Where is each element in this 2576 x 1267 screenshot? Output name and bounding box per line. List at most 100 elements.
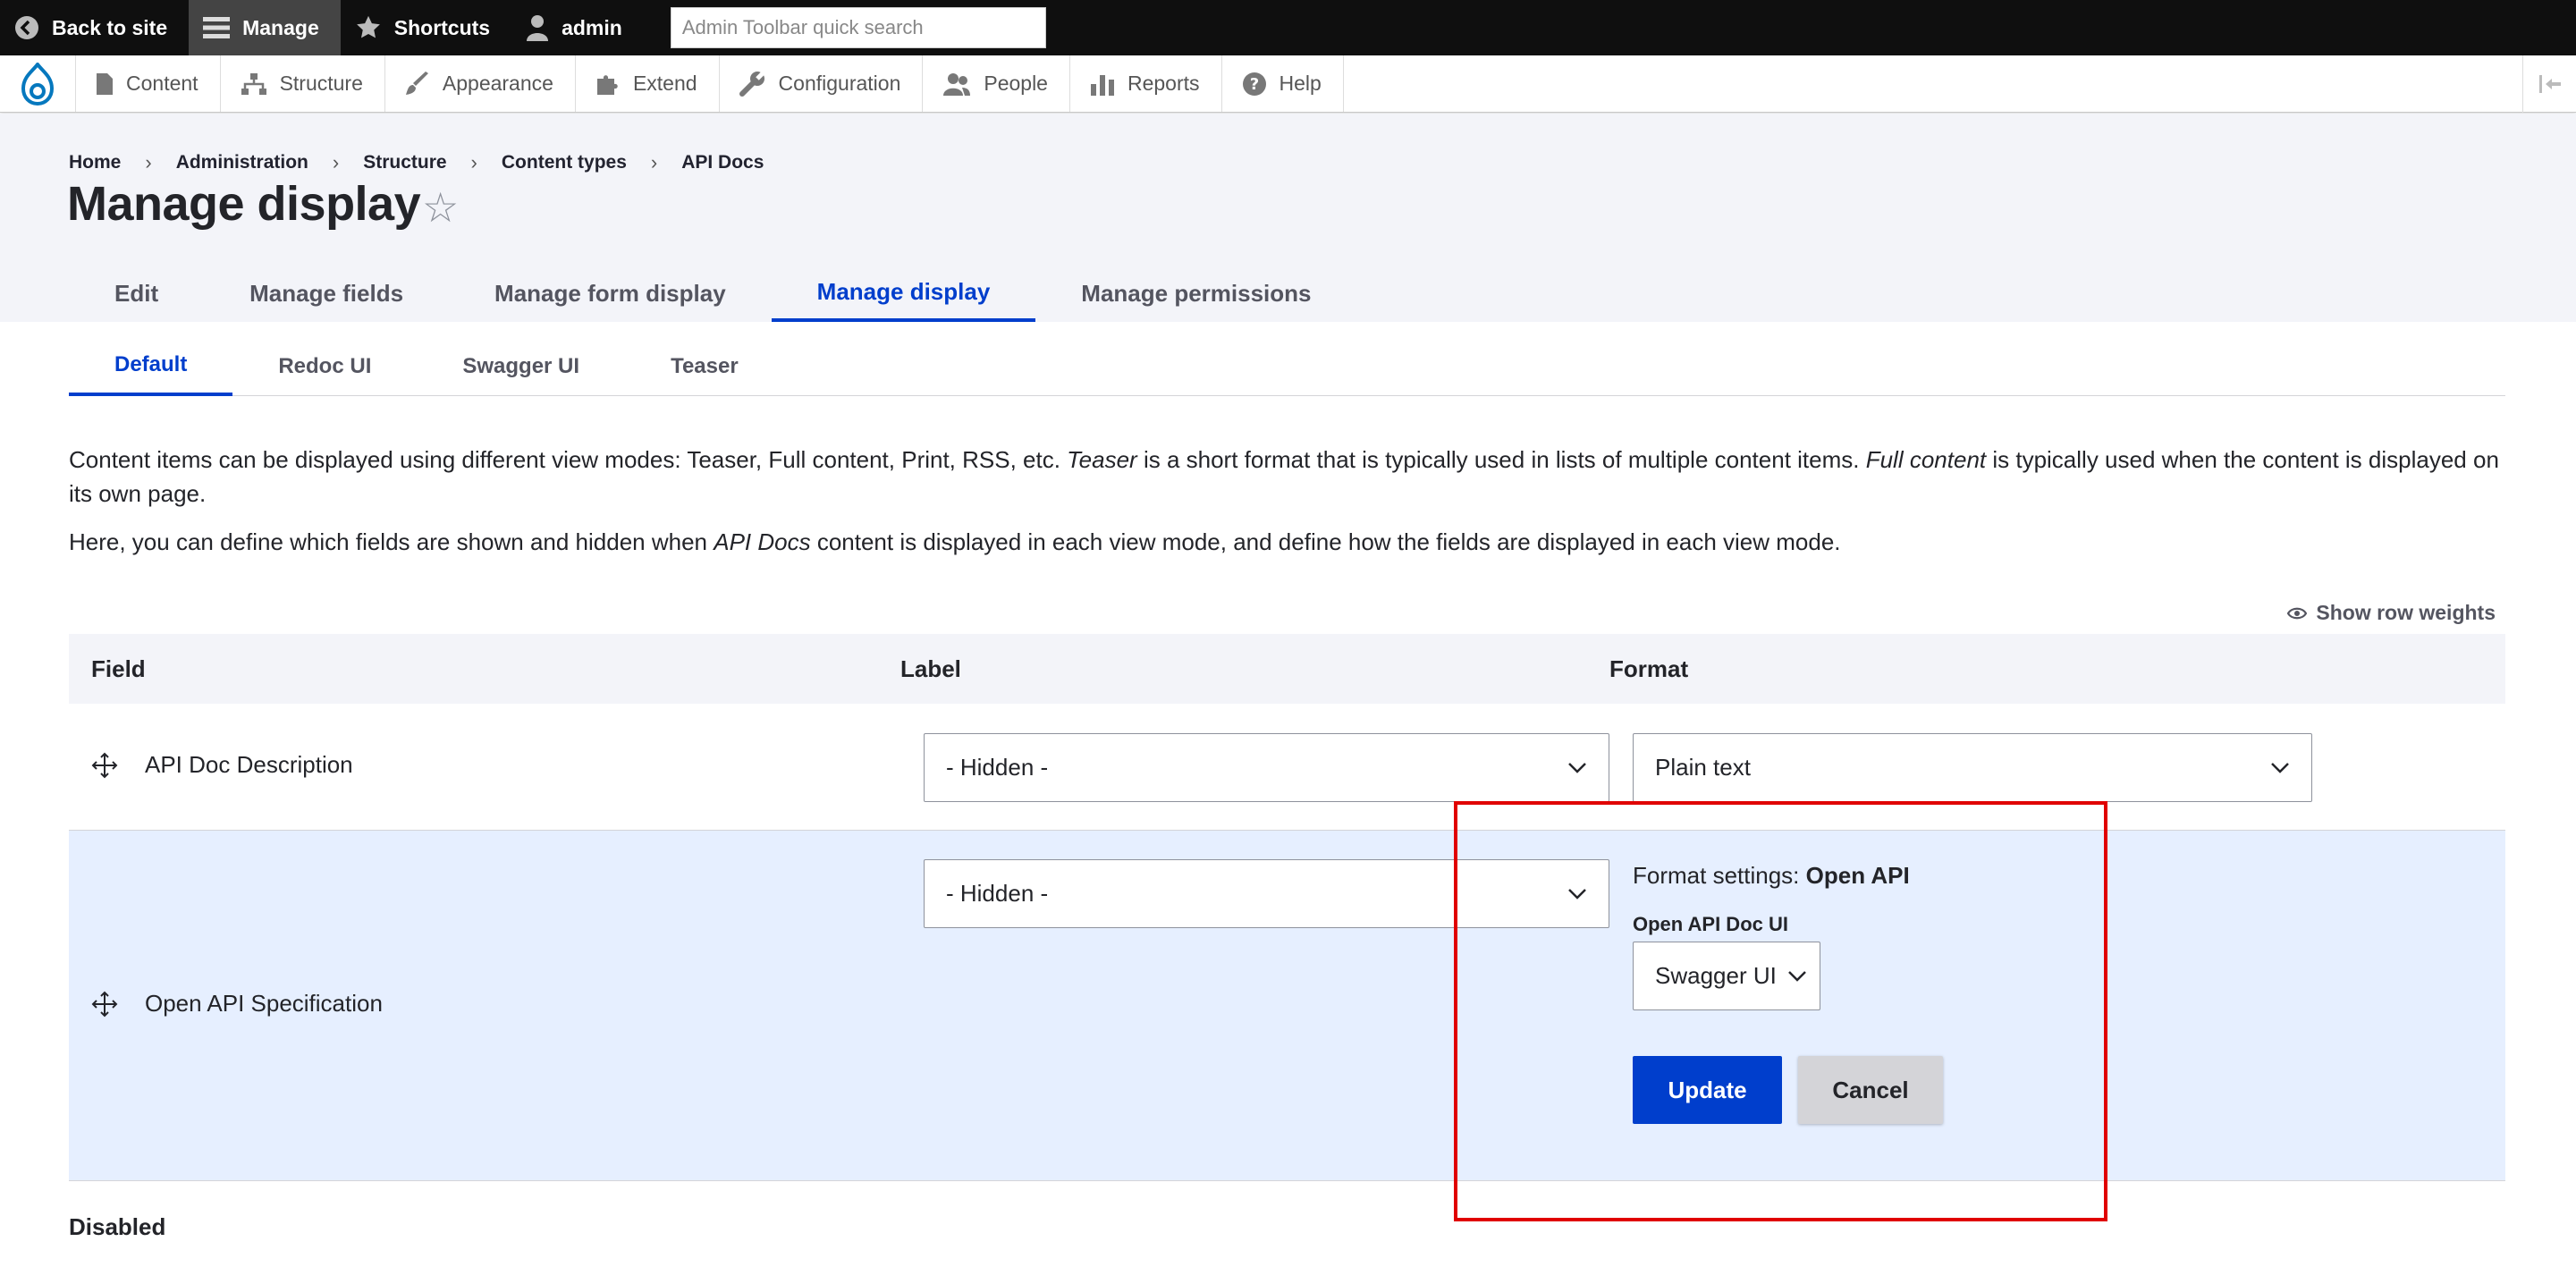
update-button[interactable]: Update: [1633, 1056, 1782, 1124]
view-mode-tabs: Default Redoc UI Swagger UI Teaser: [69, 336, 2505, 396]
fields-description: Here, you can define which fields are sh…: [69, 525, 2501, 559]
bar-chart-icon: [1090, 74, 1114, 96]
tab-manage-fields[interactable]: Manage fields: [204, 266, 449, 322]
description-text: Here, you can define which fields are sh…: [69, 528, 714, 555]
format-settings-name: Open API: [1805, 862, 1910, 889]
drupal-drop-icon: [21, 62, 55, 106]
manage-tab[interactable]: Manage: [189, 0, 341, 55]
toggle-orientation-button[interactable]: [2522, 55, 2576, 113]
label-select[interactable]: - Hidden -: [924, 733, 1609, 802]
document-icon: [97, 72, 113, 95]
cancel-button[interactable]: Cancel: [1798, 1056, 1943, 1124]
tab-default[interactable]: Default: [69, 336, 233, 396]
breadcrumb: Home › Administration › Structure › Cont…: [69, 151, 764, 174]
wrench-icon: [739, 70, 766, 97]
tab-manage-permissions[interactable]: Manage permissions: [1035, 266, 1356, 322]
puzzle-icon: [596, 74, 618, 95]
breadcrumb-separator: ›: [145, 151, 152, 173]
table-row-editing: Open API Specification - Hidden - Format…: [69, 831, 2505, 1181]
breadcrumb-separator: ›: [332, 151, 340, 173]
drupal-logo[interactable]: [0, 55, 75, 112]
eye-icon: [2287, 607, 2308, 619]
format-settings-prefix: Format settings:: [1633, 862, 1806, 889]
toolbar-search-input[interactable]: [670, 7, 1046, 48]
menu-content-label: Content: [126, 72, 198, 95]
label-select-value: - Hidden -: [946, 880, 1049, 907]
menu-people-label: People: [984, 72, 1048, 95]
page-title: Manage display: [67, 177, 421, 231]
add-to-shortcuts-star-icon[interactable]: ☆: [422, 183, 459, 232]
svg-text:?: ?: [1249, 75, 1258, 94]
format-settings-title: Format settings: Open API: [1633, 862, 1910, 890]
field-name: API Doc Description: [145, 751, 353, 778]
user-label: admin: [562, 15, 622, 39]
admin-menu-tray: Content Structure Appearance Extend Conf…: [0, 55, 2576, 113]
tab-teaser[interactable]: Teaser: [625, 336, 784, 396]
breadcrumb-home[interactable]: Home: [69, 152, 121, 173]
menu-content[interactable]: Content: [75, 55, 220, 112]
menu-reports-label: Reports: [1127, 72, 1200, 95]
chevron-down-icon: [2271, 762, 2289, 773]
table-header: Field Label Format: [69, 634, 2505, 704]
show-row-weights-link[interactable]: Show row weights: [2287, 601, 2496, 625]
description-emphasis: API Docs: [714, 528, 811, 555]
field-name: Open API Specification: [145, 990, 383, 1017]
chevron-down-icon: [1788, 970, 1806, 982]
field-cell: Open API Specification: [91, 990, 383, 1018]
shortcuts-label: Shortcuts: [393, 15, 491, 39]
help-icon: ?: [1242, 72, 1266, 96]
shortcuts-tab[interactable]: Shortcuts: [341, 0, 511, 55]
menu-configuration[interactable]: Configuration: [718, 55, 923, 112]
drag-handle-icon[interactable]: [91, 991, 118, 1018]
collapse-arrow-icon: [2538, 75, 2561, 93]
manage-label: Manage: [242, 15, 319, 39]
field-display-table: Field Label Format API Doc Description -…: [69, 634, 2505, 1181]
label-select[interactable]: - Hidden -: [924, 859, 1609, 928]
tab-manage-display[interactable]: Manage display: [771, 266, 1036, 322]
menu-reports[interactable]: Reports: [1068, 55, 1221, 112]
field-cell: API Doc Description: [91, 751, 353, 779]
paintbrush-icon: [405, 71, 428, 95]
disabled-region-title: Disabled: [69, 1213, 166, 1240]
menu-structure[interactable]: Structure: [219, 55, 384, 112]
breadcrumb-separator: ›: [470, 151, 477, 173]
breadcrumb-api-docs[interactable]: API Docs: [681, 152, 764, 173]
header-format: Format: [1609, 655, 1689, 682]
breadcrumb-administration[interactable]: Administration: [176, 152, 308, 173]
back-to-site-label: Back to site: [52, 15, 168, 39]
user-tab[interactable]: admin: [511, 0, 644, 55]
drag-handle-icon[interactable]: [91, 752, 118, 779]
primary-tabs: Edit Manage fields Manage form display M…: [69, 266, 1357, 322]
open-api-doc-ui-label: Open API Doc UI: [1633, 913, 1788, 935]
back-to-site-link[interactable]: Back to site: [0, 0, 189, 55]
description-text: is a short format that is typically used…: [1136, 446, 1866, 473]
tab-swagger-ui[interactable]: Swagger UI: [417, 336, 625, 396]
user-icon: [527, 15, 549, 41]
breadcrumb-structure[interactable]: Structure: [363, 152, 446, 173]
format-select[interactable]: Plain text: [1633, 733, 2312, 802]
structure-icon: [241, 72, 266, 95]
chevron-down-icon: [1568, 888, 1586, 900]
page-header: Home › Administration › Structure › Cont…: [0, 114, 2576, 322]
people-icon: [943, 72, 971, 96]
table-row: API Doc Description - Hidden - Plain tex…: [69, 704, 2505, 831]
description-emphasis: Full content: [1865, 446, 1987, 473]
tab-manage-form-display[interactable]: Manage form display: [449, 266, 772, 322]
tab-edit[interactable]: Edit: [69, 266, 204, 322]
menu-people[interactable]: People: [922, 55, 1069, 112]
open-api-doc-ui-value: Swagger UI: [1655, 962, 1777, 989]
hamburger-icon: [203, 17, 231, 38]
star-icon: [356, 15, 380, 38]
header-label: Label: [900, 655, 961, 682]
menu-help[interactable]: ? Help: [1220, 55, 1344, 112]
breadcrumb-content-types[interactable]: Content types: [502, 152, 627, 173]
description-text: Content items can be displayed using dif…: [69, 446, 1068, 473]
tab-redoc-ui[interactable]: Redoc UI: [232, 336, 417, 396]
open-api-doc-ui-select[interactable]: Swagger UI: [1633, 942, 1820, 1010]
menu-appearance[interactable]: Appearance: [384, 55, 575, 112]
menu-extend[interactable]: Extend: [574, 55, 719, 112]
menu-structure-label: Structure: [279, 72, 363, 95]
label-select-value: - Hidden -: [946, 754, 1049, 781]
back-arrow-icon: [15, 16, 38, 39]
menu-help-label: Help: [1279, 72, 1322, 95]
